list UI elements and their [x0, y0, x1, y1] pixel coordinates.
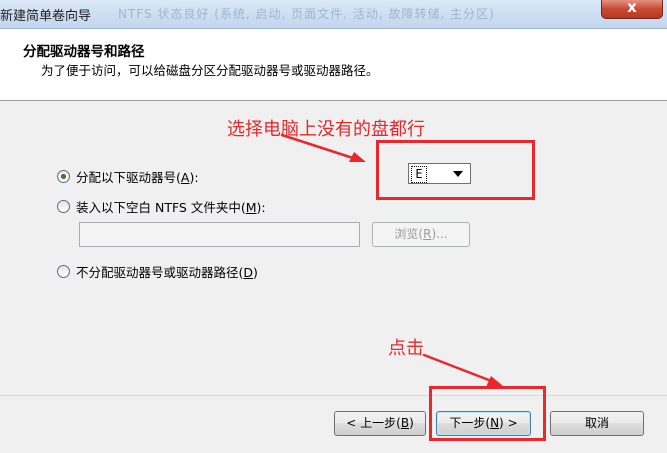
radio-button[interactable]: [57, 200, 70, 213]
browse-button[interactable]: 浏览(R)...: [372, 222, 470, 247]
annotation-select-hint: 选择电脑上没有的盘都行: [227, 119, 425, 140]
footer-divider: [0, 395, 667, 396]
radio-no-assign[interactable]: 不分配驱动器号或驱动器路径(D): [57, 262, 258, 281]
back-button[interactable]: < 上一步(B): [334, 411, 426, 436]
background-window-text: NTFS 状态良好 (系统, 启动, 页面文件, 活动, 故障转储, 主分区): [118, 7, 495, 21]
arrow-line-to-next: [422, 353, 496, 384]
annotation-click-hint: 点击: [388, 338, 424, 359]
radio-label: 分配以下驱动器号(A):: [76, 170, 199, 185]
page-title: 分配驱动器号和路径: [23, 44, 145, 60]
radio-button[interactable]: [57, 265, 70, 278]
window-title: 新建简单卷向导: [0, 9, 92, 24]
cancel-button[interactable]: 取消: [550, 411, 644, 436]
radio-mount-folder[interactable]: 装入以下空白 NTFS 文件夹中(M):: [57, 197, 266, 216]
radio-button-checked[interactable]: [57, 170, 70, 183]
page-subtitle: 为了便于访问，可以给磁盘分区分配驱动器号或驱动器路径。: [41, 63, 379, 78]
annotation-highlight-box: [429, 386, 546, 441]
arrow-head-to-select: [349, 152, 366, 162]
radio-label: 装入以下空白 NTFS 文件夹中(M):: [76, 200, 266, 215]
title-bar: 新建简单卷向导 NTFS 状态良好 (系统, 启动, 页面文件, 活动, 故障转…: [0, 0, 667, 29]
annotation-highlight-box: [376, 140, 535, 200]
close-button[interactable]: x: [601, 0, 663, 19]
close-icon: x: [627, 0, 637, 16]
radio-label: 不分配驱动器号或驱动器路径(D): [76, 265, 258, 280]
wizard-header: 分配驱动器号和路径 为了便于访问，可以给磁盘分区分配驱动器号或驱动器路径。: [0, 29, 667, 101]
radio-assign-letter[interactable]: 分配以下驱动器号(A):: [57, 167, 199, 186]
folder-path-input[interactable]: [79, 222, 360, 247]
